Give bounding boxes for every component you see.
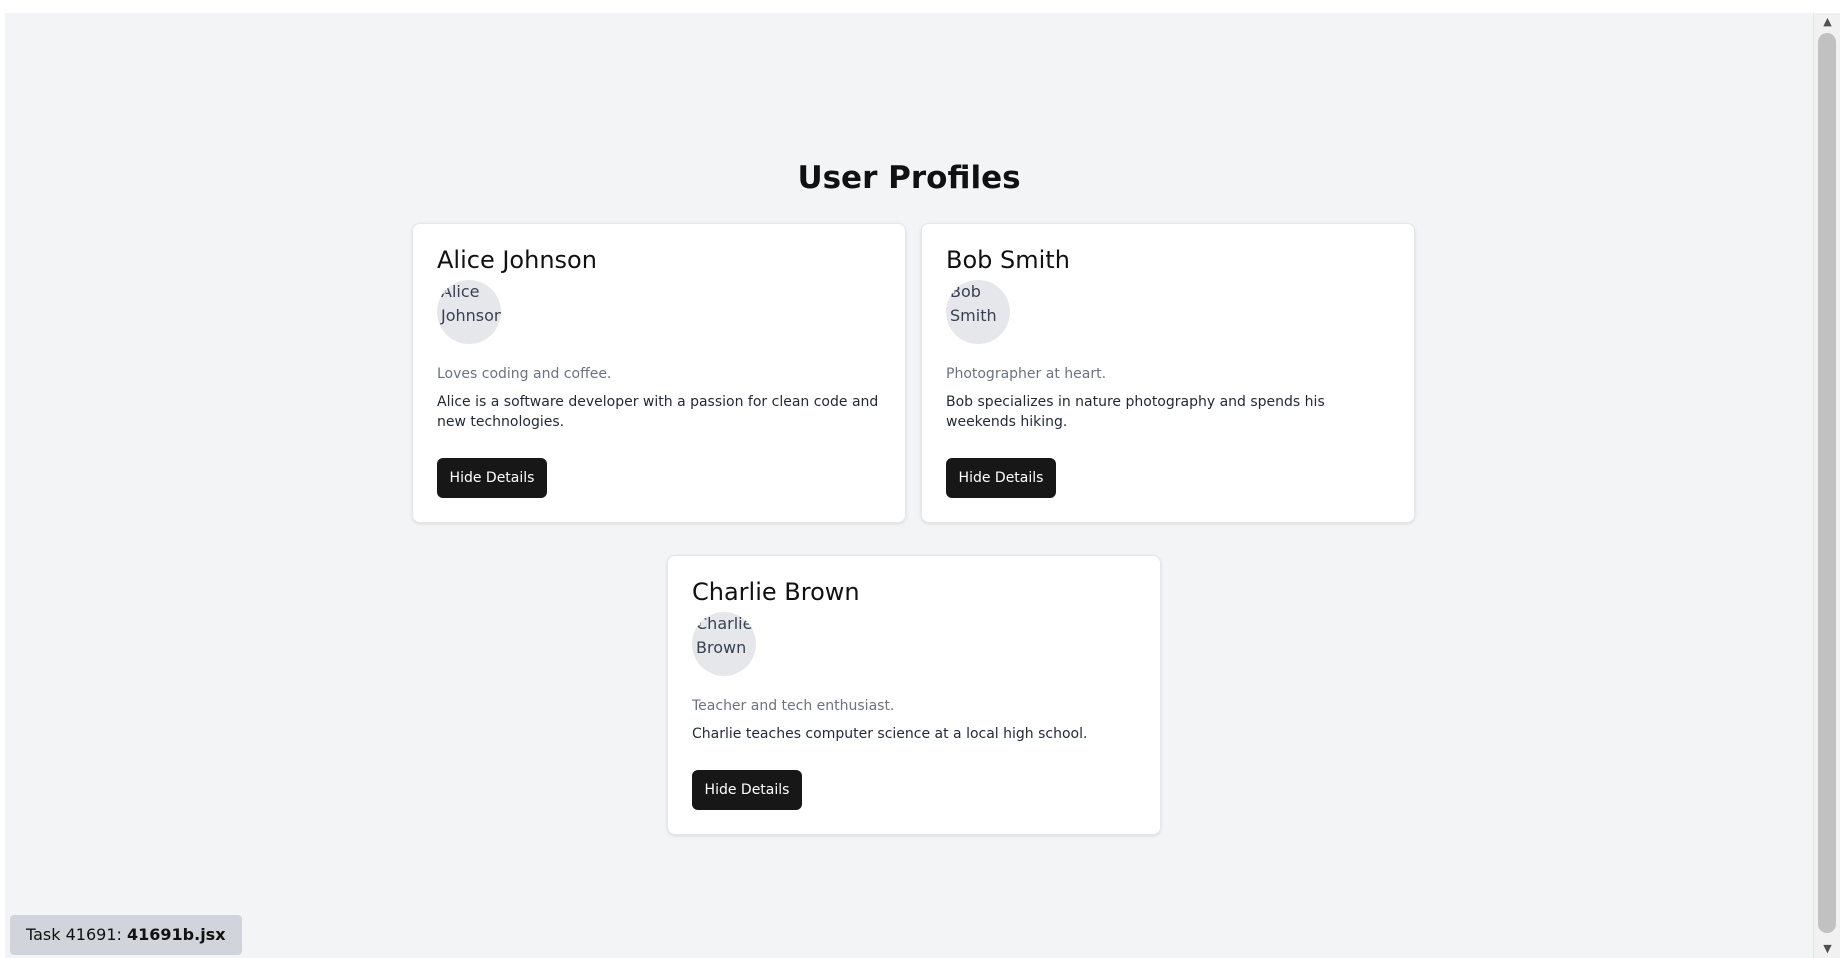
profile-details: Charlie teaches computer science at a lo… — [692, 726, 1088, 742]
broken-image-icon — [438, 285, 446, 294]
task-label: Task 41691: 41691b.jsx — [10, 915, 242, 955]
hide-details-button[interactable]: Hide Details — [946, 458, 1056, 498]
profile-name: Charlie Brown — [692, 578, 860, 606]
profile-bio: Photographer at heart. — [946, 366, 1107, 382]
profile-card-charlie: Charlie Brown Charlie Brown Teacher and … — [667, 555, 1161, 835]
page-title: User Profiles — [797, 160, 1021, 196]
profile-details: Bob specializes in nature photography an… — [946, 394, 1325, 430]
hide-details-button[interactable]: Hide Details — [437, 458, 547, 498]
scrollbar-thumb[interactable] — [1818, 33, 1836, 933]
page-viewport: User Profiles Alice Johnson Alice Johnso… — [5, 13, 1813, 958]
avatar: Charlie Brown — [692, 612, 756, 676]
broken-image-icon — [947, 285, 955, 294]
hide-details-button[interactable]: Hide Details — [692, 770, 802, 810]
scroll-down-icon[interactable]: ▼ — [1814, 940, 1840, 958]
broken-image-icon — [693, 617, 701, 626]
profile-details: Alice is a software developer with a pas… — [437, 394, 879, 430]
task-file: 41691b.jsx — [127, 925, 226, 944]
task-prefix: Task 41691: — [26, 925, 122, 944]
profile-name: Alice Johnson — [437, 246, 597, 274]
avatar-alt-text: Bob Smith — [950, 282, 997, 325]
avatar-alt-text: Charlie Brown — [696, 614, 753, 657]
profile-bio: Teacher and tech enthusiast. — [692, 698, 895, 714]
scroll-up-icon[interactable]: ▲ — [1814, 13, 1840, 31]
profile-card-bob: Bob Smith Bob Smith Photographer at hear… — [921, 223, 1415, 523]
profile-name: Bob Smith — [946, 246, 1070, 274]
avatar: Bob Smith — [946, 280, 1010, 344]
avatar-alt-text: Alice Johnson — [441, 282, 501, 325]
profile-card-alice: Alice Johnson Alice Johnson Loves coding… — [412, 223, 906, 523]
profile-bio: Loves coding and coffee. — [437, 366, 612, 382]
avatar: Alice Johnson — [437, 280, 501, 344]
vertical-scrollbar[interactable]: ▲ ▼ — [1813, 13, 1840, 958]
